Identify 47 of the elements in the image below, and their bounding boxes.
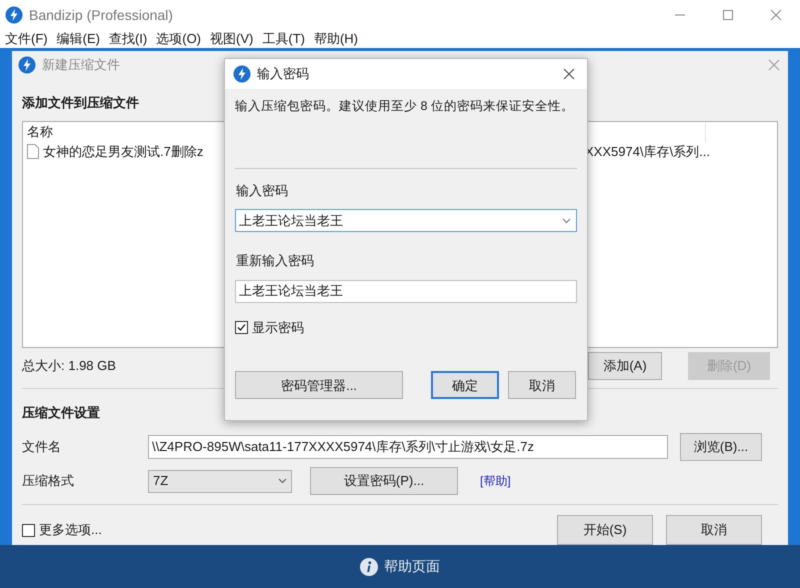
close-icon[interactable]: [563, 68, 575, 80]
menu-item[interactable]: 视图(V): [210, 29, 254, 49]
info-icon: [360, 558, 378, 576]
button[interactable]: 确定: [431, 371, 499, 400]
window-title: Bandizip (Professional): [29, 6, 173, 25]
app-logo-icon: [18, 56, 36, 74]
file-icon: [27, 144, 39, 159]
menu-item[interactable]: 工具(T): [262, 29, 305, 49]
button[interactable]: 取消: [508, 371, 576, 400]
field-label: 文件名: [22, 438, 62, 456]
checkbox[interactable]: [22, 524, 35, 536]
chevron-down-icon: [278, 478, 287, 484]
section-heading: 添加文件到压缩文件: [22, 94, 139, 112]
field-label: 输入密码: [236, 182, 289, 200]
app-logo-icon: [233, 65, 251, 83]
button[interactable]: 设置密码(P)...: [310, 467, 458, 495]
button[interactable]: 取消: [666, 515, 762, 545]
confirm-password-field[interactable]: 上老王论坛当老王: [235, 280, 577, 303]
button[interactable]: 添加(A): [588, 352, 662, 380]
message-text: 输入压缩包密码。建议使用至少 8 位的密码来保证安全性。: [235, 98, 575, 115]
column-header[interactable]: 名称: [23, 122, 53, 142]
app-logo-icon: [5, 6, 23, 24]
password-field[interactable]: 上老王论坛当老王: [235, 209, 577, 232]
dialog-title: 输入密码: [257, 65, 309, 84]
button[interactable]: 开始(S): [557, 515, 653, 545]
button[interactable]: 密码管理器...: [235, 371, 403, 400]
checkbox[interactable]: [235, 321, 248, 334]
menu-item[interactable]: 文件(F): [5, 29, 48, 49]
menu-item[interactable]: 选项(O): [156, 29, 202, 49]
field-label: 重新输入密码: [236, 252, 315, 270]
menu-item[interactable]: 帮助(H): [314, 29, 358, 49]
total-size: 总大小: 1.98 GB: [22, 356, 116, 375]
menu-item[interactable]: 编辑(E): [56, 29, 100, 49]
section-heading: 压缩文件设置: [22, 404, 100, 422]
checkbox-label[interactable]: 更多选项...: [39, 520, 102, 540]
format-dropdown[interactable]: 7Z: [148, 470, 292, 492]
button[interactable]: 浏览(B)...: [680, 433, 762, 461]
checkbox-label[interactable]: 显示密码: [252, 318, 304, 338]
help-bar[interactable]: 帮助页面: [0, 545, 800, 588]
chevron-down-icon: [562, 218, 571, 224]
filename-field[interactable]: \\Z4PRO-895W\sata11-177XXXX5974\库存\系列\寸止游戏\女足.7z: [148, 435, 668, 459]
help-link[interactable]: [帮助]: [480, 472, 511, 490]
field-label: 压缩格式: [22, 472, 75, 490]
menu-item[interactable]: 查找(I): [108, 29, 148, 49]
table-cell-text: XXX5974\库存\系列...: [585, 142, 710, 161]
dialog-title: 新建压缩文件: [42, 56, 120, 74]
file-name[interactable]: 女神的恋足男友测试.7删除z: [43, 142, 204, 162]
